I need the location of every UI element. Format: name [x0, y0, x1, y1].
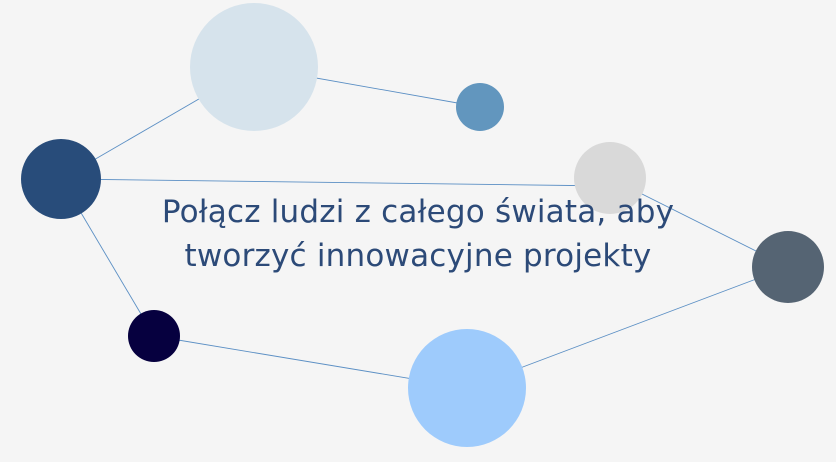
connector-line — [60, 178, 611, 187]
network-illustration: Połącz ludzi z całego świata, aby tworzy… — [0, 0, 836, 462]
headline-line-2: tworzyć innowacyjne projekty — [184, 238, 652, 274]
node-sky-blue — [408, 329, 526, 447]
node-steel-blue — [456, 83, 504, 131]
headline: Połącz ludzi z całego świata, aby tworzy… — [0, 190, 836, 278]
node-pale-blue — [190, 3, 318, 131]
node-dark-indigo — [128, 310, 180, 362]
headline-line-1: Połącz ludzi z całego świata, aby — [161, 194, 675, 230]
